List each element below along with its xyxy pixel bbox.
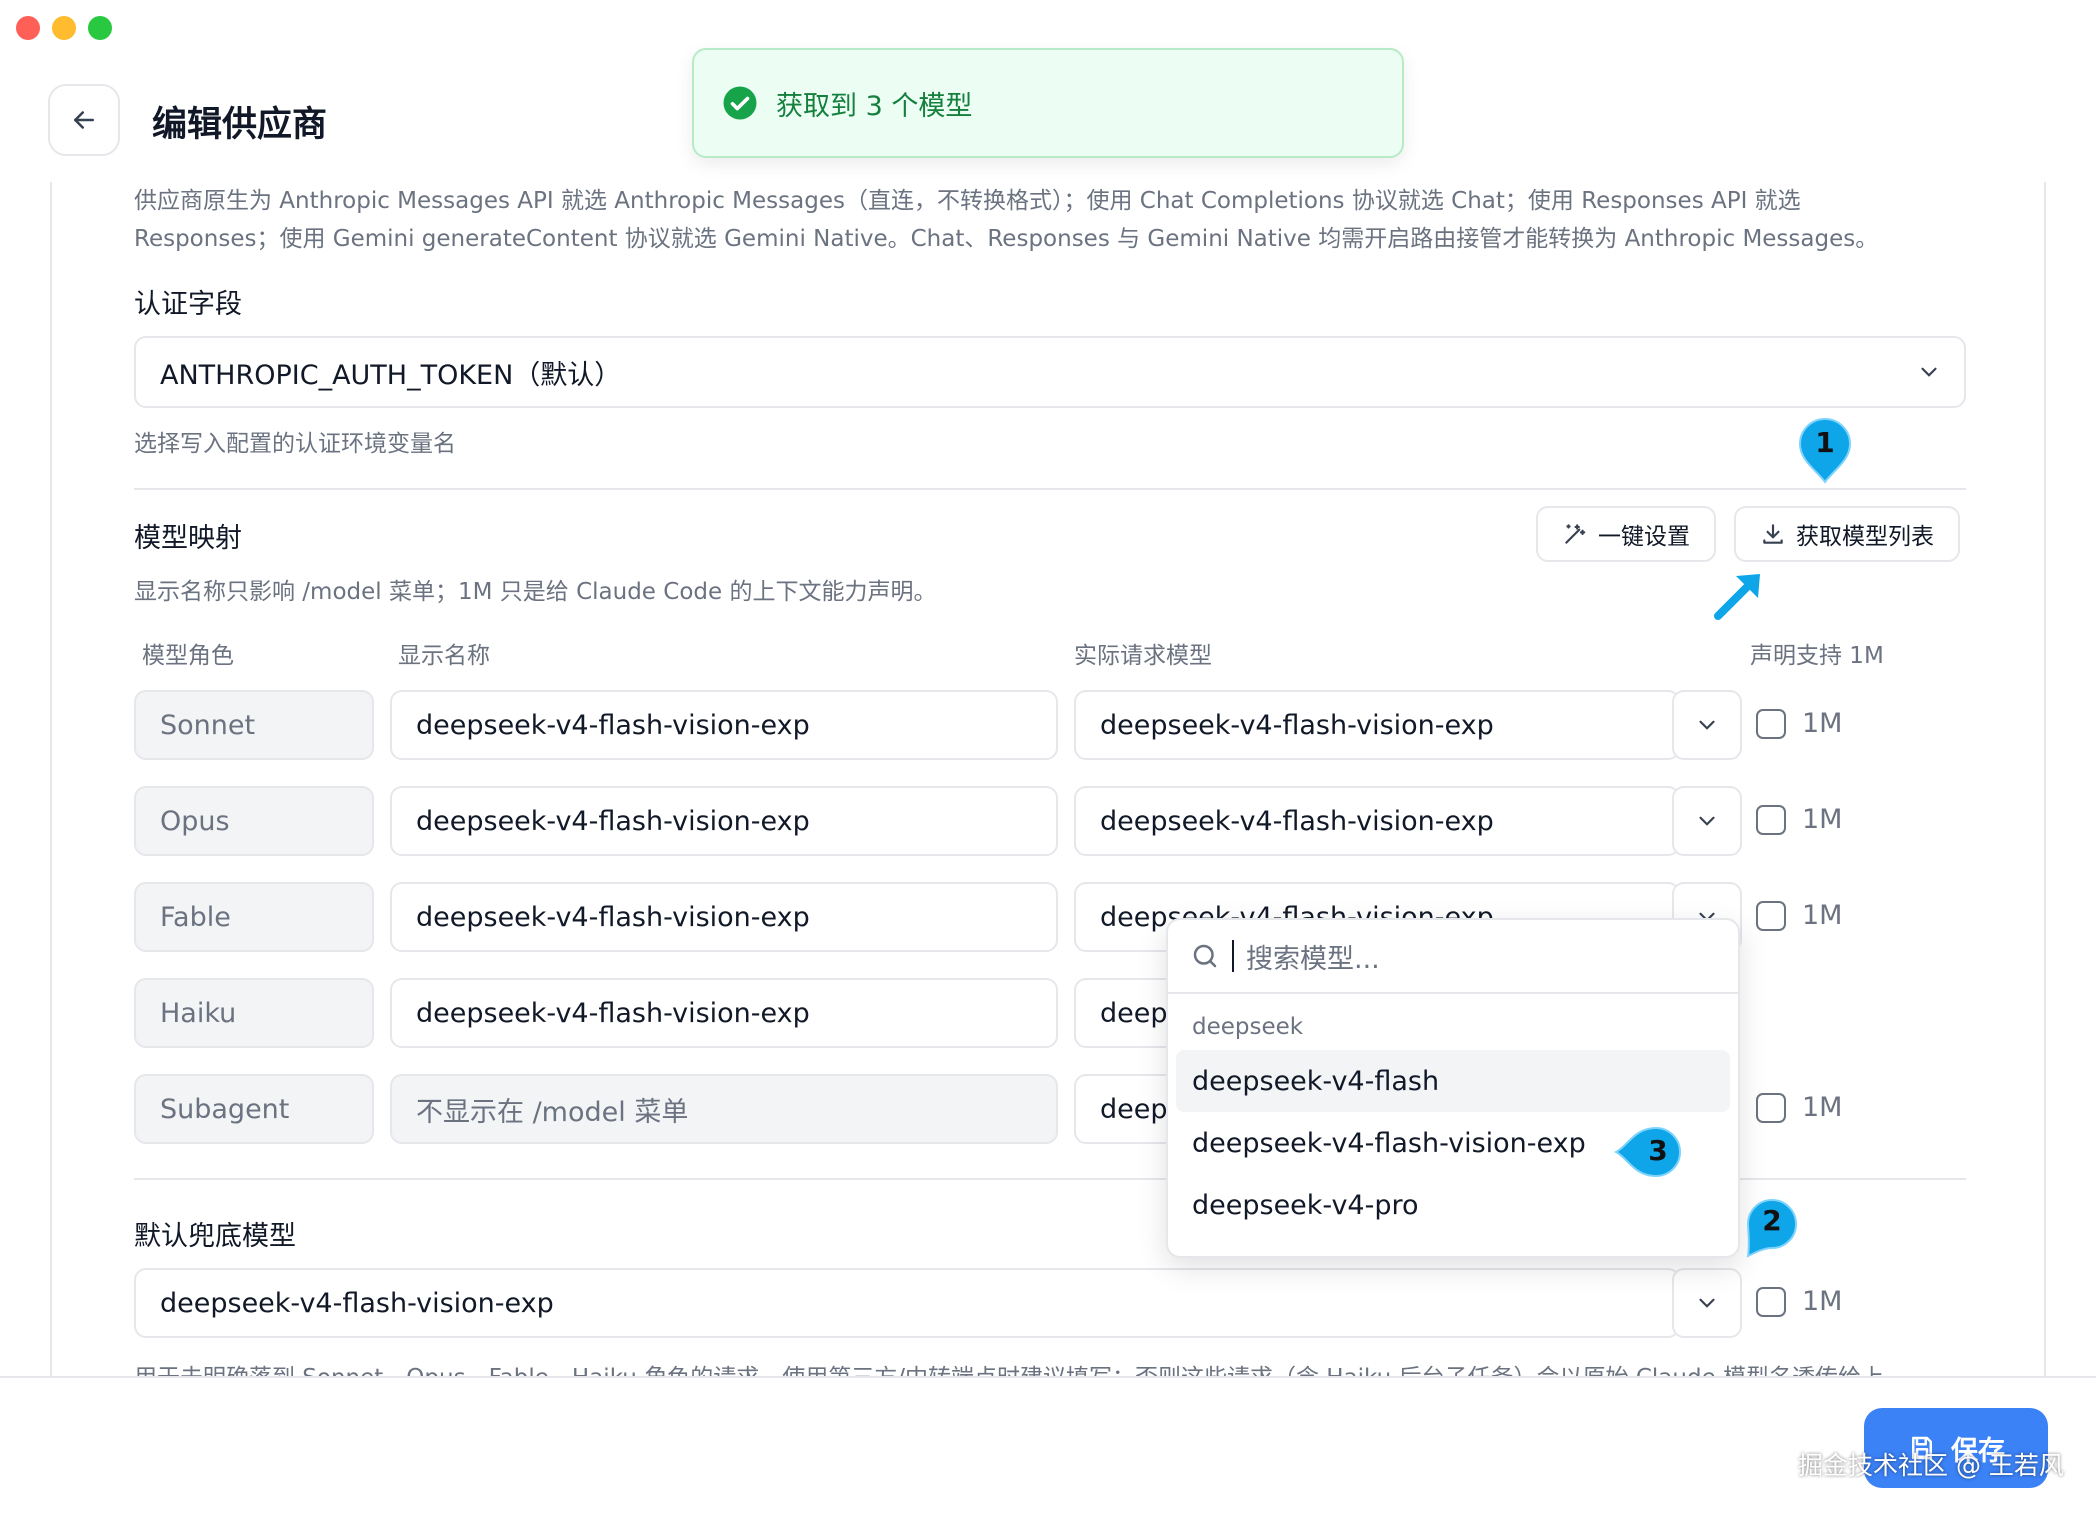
column-header-display: 显示名称 <box>398 643 490 669</box>
column-header-declare-1m: 声明支持 1M <box>1750 643 1884 669</box>
display-name-input[interactable]: deepseek-v4-flash-vision-exp <box>390 690 1058 760</box>
column-header-role: 模型角色 <box>142 643 234 669</box>
model-select-toggle[interactable] <box>1672 690 1742 760</box>
model-search-input[interactable]: 搜索模型... <box>1168 920 1738 994</box>
api-format-hint: 供应商原生为 Anthropic Messages API 就选 Anthrop… <box>134 182 1974 258</box>
search-placeholder: 搜索模型... <box>1246 943 1380 975</box>
success-toast: 获取到 3 个模型 <box>692 48 1404 158</box>
model-mapping-label: 模型映射 <box>134 523 242 554</box>
display-name-input[interactable]: deepseek-v4-flash-vision-exp <box>390 882 1058 952</box>
display-name-input[interactable]: 不显示在 /model 菜单 <box>390 1074 1058 1144</box>
app-window: 编辑供应商 供应商原生为 Anthropic Messages API 就选 A… <box>0 0 2096 1514</box>
checkbox-box[interactable] <box>1756 1286 1786 1317</box>
chevron-down-icon <box>1699 1298 1715 1308</box>
badge-number: 1 <box>1815 426 1835 459</box>
zoom-window-button[interactable] <box>88 16 112 40</box>
divider <box>134 488 1966 490</box>
back-button[interactable] <box>48 84 120 156</box>
fallback-model-hint: 用于未明确落到 Sonnet、Opus、Fable、Haiku 角色的请求。使用… <box>134 1365 1885 1378</box>
fetch-models-button[interactable]: 获取模型列表 <box>1734 506 1960 562</box>
fallback-model-label: 默认兜底模型 <box>134 1221 296 1252</box>
close-window-button[interactable] <box>16 16 40 40</box>
display-name-input[interactable]: deepseek-v4-flash-vision-exp <box>390 786 1058 856</box>
dropdown-option[interactable]: deepseek-v4-pro <box>1176 1174 1730 1236</box>
window-controls <box>16 16 112 40</box>
auth-field-select[interactable]: ANTHROPIC_AUTH_TOKEN（默认） <box>134 336 1966 408</box>
text-caret <box>1232 940 1234 972</box>
actual-model-input[interactable]: deepseek-v4-flash-vision-exp <box>1074 786 1680 856</box>
checkbox-label: 1M <box>1802 1286 1843 1317</box>
role-field: Subagent <box>134 1074 374 1144</box>
model-mapping-hint: 显示名称只影响 /model 菜单；1M 只是给 Claude Code 的上下… <box>134 579 937 605</box>
toast-message: 获取到 3 个模型 <box>776 90 973 122</box>
declare-1m-checkbox[interactable]: 1M <box>1756 708 1842 739</box>
checkbox-box[interactable] <box>1756 1092 1786 1123</box>
actual-model-input[interactable]: deepseek-v4-flash-vision-exp <box>1074 690 1680 760</box>
download-icon <box>1763 524 1783 544</box>
fallback-model-select-toggle[interactable] <box>1672 1268 1742 1338</box>
auth-field-value: ANTHROPIC_AUTH_TOKEN（默认） <box>160 359 622 391</box>
declare-1m-checkbox[interactable]: 1M <box>1756 804 1842 835</box>
declare-1m-checkbox[interactable]: 1M <box>1756 900 1842 931</box>
dropdown-group-label: deepseek <box>1192 1014 1304 1040</box>
badge-number: 2 <box>1762 1204 1782 1237</box>
annotation-badge-2: 2 <box>1744 1196 1800 1262</box>
check-circle-icon <box>723 86 757 120</box>
checkbox-label: 1M <box>1802 804 1843 835</box>
fallback-declare-1m-checkbox[interactable]: 1M <box>1756 1286 1842 1317</box>
chevron-down-icon <box>1921 367 1937 377</box>
minimize-window-button[interactable] <box>52 16 76 40</box>
column-header-actual: 实际请求模型 <box>1074 643 1212 669</box>
fetch-models-label: 获取模型列表 <box>1796 524 1934 550</box>
chevron-down-icon <box>1699 816 1715 826</box>
arrow-up-right-icon <box>1714 574 1760 620</box>
declare-1m-checkbox[interactable]: 1M <box>1756 1092 1842 1123</box>
checkbox-box[interactable] <box>1756 804 1786 835</box>
role-field: Haiku <box>134 978 374 1048</box>
model-select-toggle[interactable] <box>1672 786 1742 856</box>
role-field: Opus <box>134 786 374 856</box>
watermark: 掘金技术社区 @ 王若风 <box>1798 1451 2064 1480</box>
model-dropdown: 搜索模型... deepseek deepseek-v4-flash deeps… <box>1166 918 1740 1258</box>
auth-field-label: 认证字段 <box>134 289 242 320</box>
hint-line: 供应商原生为 Anthropic Messages API 就选 Anthrop… <box>134 188 1801 214</box>
arrow-left-icon <box>74 111 94 129</box>
display-name-input[interactable]: deepseek-v4-flash-vision-exp <box>390 978 1058 1048</box>
checkbox-label: 1M <box>1802 900 1843 931</box>
checkbox-box[interactable] <box>1756 900 1786 931</box>
annotation-badge-3: 3 <box>1613 1126 1684 1182</box>
checkbox-label: 1M <box>1802 1092 1843 1123</box>
quick-setup-button[interactable]: 一键设置 <box>1536 506 1716 562</box>
hint-line: Responses；使用 Gemini generateContent 协议就选… <box>134 226 1879 252</box>
auth-field-hint: 选择写入配置的认证环境变量名 <box>134 431 456 457</box>
chevron-down-icon <box>1699 720 1715 730</box>
magic-wand-icon <box>1565 524 1586 544</box>
quick-setup-label: 一键设置 <box>1598 524 1690 550</box>
checkbox-label: 1M <box>1802 708 1843 739</box>
badge-number: 3 <box>1648 1134 1668 1167</box>
checkbox-box[interactable] <box>1756 708 1786 739</box>
fallback-model-input[interactable]: deepseek-v4-flash-vision-exp <box>134 1268 1680 1338</box>
annotation-arrow <box>1712 568 1766 626</box>
role-field: Fable <box>134 882 374 952</box>
footer-bar <box>0 1376 2096 1514</box>
role-field: Sonnet <box>134 690 374 760</box>
dropdown-option[interactable]: deepseek-v4-flash <box>1176 1050 1730 1112</box>
search-icon <box>1193 944 1217 968</box>
annotation-badge-1: 1 <box>1796 416 1854 488</box>
page-title: 编辑供应商 <box>152 105 328 145</box>
